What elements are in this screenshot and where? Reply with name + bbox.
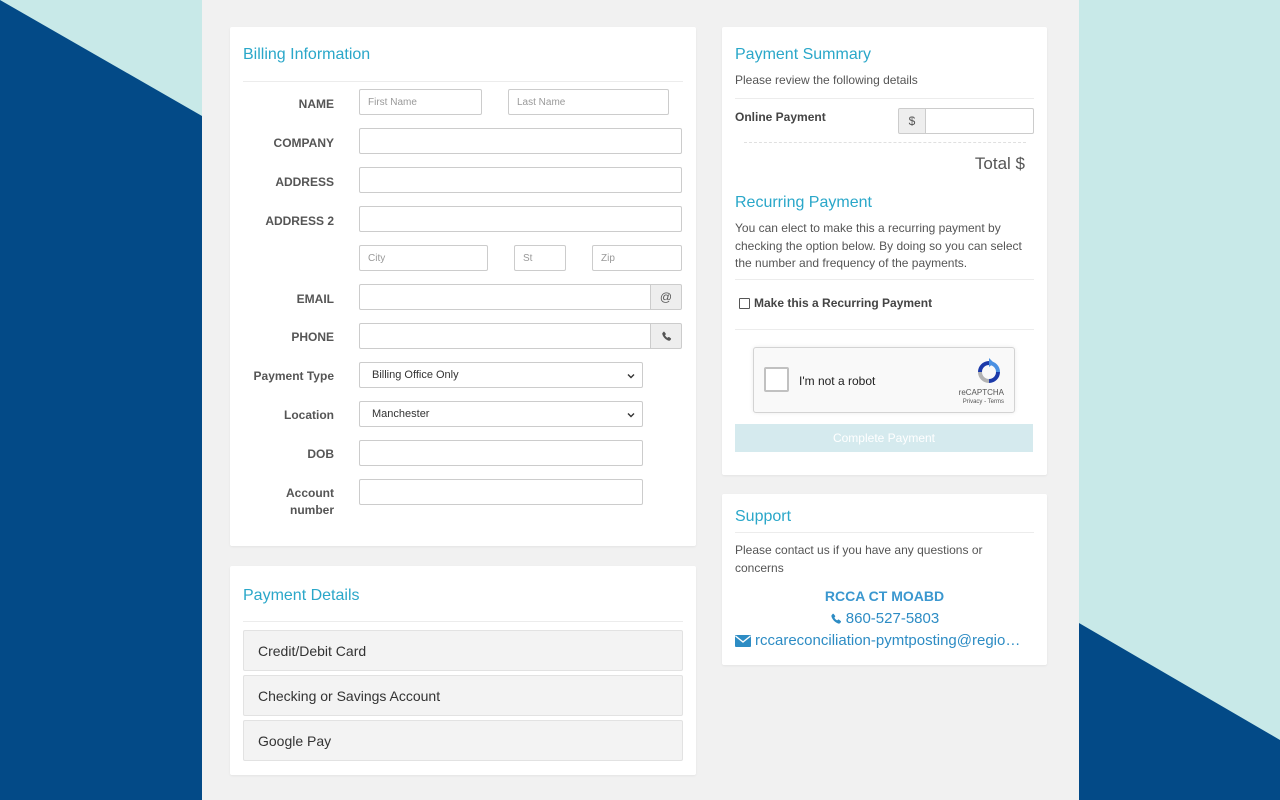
main-container: Billing Information NAME COMPANY ADDRESS…	[202, 0, 1079, 800]
recaptcha-widget: I'm not a robot reCAPTCHA Privacy - Term…	[753, 347, 1015, 413]
address-input[interactable]	[359, 167, 682, 193]
recaptcha-checkbox[interactable]	[764, 367, 789, 392]
divider	[243, 81, 683, 82]
account-number-label-line2: number	[289, 503, 334, 517]
recurring-checkbox-label: Make this a Recurring Payment	[754, 296, 933, 310]
chevron-down-icon	[627, 413, 635, 418]
payment-amount-input[interactable]	[925, 108, 1034, 134]
envelope-icon	[735, 634, 751, 647]
divider	[735, 329, 1034, 330]
at-icon: @	[659, 290, 673, 304]
divider	[735, 279, 1034, 280]
phone-icon	[661, 331, 671, 341]
email-input[interactable]	[359, 284, 651, 310]
dollar-icon: $	[908, 114, 916, 128]
complete-payment-button[interactable]: Complete Payment	[735, 424, 1033, 452]
recaptcha-logo-icon	[978, 358, 1000, 383]
phone-addon	[650, 323, 682, 349]
payment-type-label: Payment Type	[253, 369, 334, 383]
support-text: Please contact us if you have any questi…	[735, 543, 983, 575]
support-panel: Support Please contact us if you have an…	[722, 494, 1047, 665]
recurring-checkbox-row[interactable]: Make this a Recurring Payment	[739, 296, 932, 310]
divider	[735, 98, 1034, 99]
recaptcha-privacy-terms-link[interactable]: Privacy - Terms	[963, 399, 1004, 405]
address2-label: ADDRESS 2	[265, 214, 334, 228]
address-label: ADDRESS	[275, 175, 334, 189]
payment-option-card[interactable]: Credit/Debit Card	[243, 630, 683, 671]
name-label: NAME	[298, 97, 334, 111]
first-name-input[interactable]	[359, 89, 482, 115]
account-number-label: Account number	[214, 485, 334, 519]
dob-input[interactable]	[359, 440, 643, 466]
payment-type-value: Billing Office Only	[372, 369, 459, 381]
support-email-link[interactable]: rccareconciliation-pymtposting@regio…	[735, 632, 1035, 649]
online-payment-label: Online Payment	[735, 110, 826, 124]
recaptcha-brand: reCAPTCHA	[958, 388, 1004, 397]
support-phone-link[interactable]: 860-527-5803	[722, 610, 1047, 627]
summary-subtitle: Please review the following details	[735, 73, 918, 87]
account-number-label-line1: Account	[286, 486, 334, 500]
email-addon: @	[650, 284, 682, 310]
company-input[interactable]	[359, 128, 682, 154]
zip-input[interactable]	[592, 245, 682, 271]
divider	[735, 532, 1034, 533]
divider	[243, 621, 683, 622]
recurring-checkbox[interactable]	[739, 297, 750, 309]
divider-dashed	[744, 142, 1026, 143]
recurring-title: Recurring Payment	[735, 194, 872, 211]
billing-panel: Billing Information NAME COMPANY ADDRESS…	[230, 27, 696, 546]
support-org-name: RCCA CT MOABD	[824, 588, 945, 604]
city-input[interactable]	[359, 245, 488, 271]
location-value: Manchester	[372, 408, 430, 420]
recurring-text: You can elect to make this a recurring p…	[735, 221, 1022, 270]
payment-details-title: Payment Details	[243, 587, 360, 604]
company-label: COMPANY	[273, 136, 334, 150]
payment-option-bank[interactable]: Checking or Savings Account	[243, 675, 683, 716]
location-select[interactable]: Manchester	[359, 401, 643, 427]
support-email: rccareconciliation-pymtposting@regio…	[755, 632, 1021, 649]
recaptcha-label: I'm not a robot	[799, 374, 876, 388]
support-phone: 860-527-5803	[845, 610, 940, 627]
currency-addon: $	[898, 108, 926, 134]
phone-label: PHONE	[291, 330, 334, 344]
account-number-input[interactable]	[359, 479, 643, 505]
chevron-down-icon	[627, 374, 635, 379]
email-label: EMAIL	[296, 292, 334, 306]
total-label: Total $	[974, 154, 1025, 173]
payment-details-panel: Payment Details Credit/Debit Card Checki…	[230, 566, 696, 775]
summary-title: Payment Summary	[735, 46, 872, 63]
billing-title: Billing Information	[243, 46, 371, 63]
last-name-input[interactable]	[508, 89, 669, 115]
payment-summary-panel: Payment Summary Please review the follow…	[722, 27, 1047, 475]
phone-icon	[831, 613, 841, 624]
state-input[interactable]	[514, 245, 566, 271]
payment-type-select[interactable]: Billing Office Only	[359, 362, 643, 388]
location-label: Location	[284, 408, 334, 422]
phone-input[interactable]	[359, 323, 651, 349]
payment-option-google-pay[interactable]: Google Pay	[243, 720, 683, 761]
dob-label: DOB	[307, 447, 334, 461]
address2-input[interactable]	[359, 206, 682, 232]
support-title: Support	[735, 508, 792, 525]
